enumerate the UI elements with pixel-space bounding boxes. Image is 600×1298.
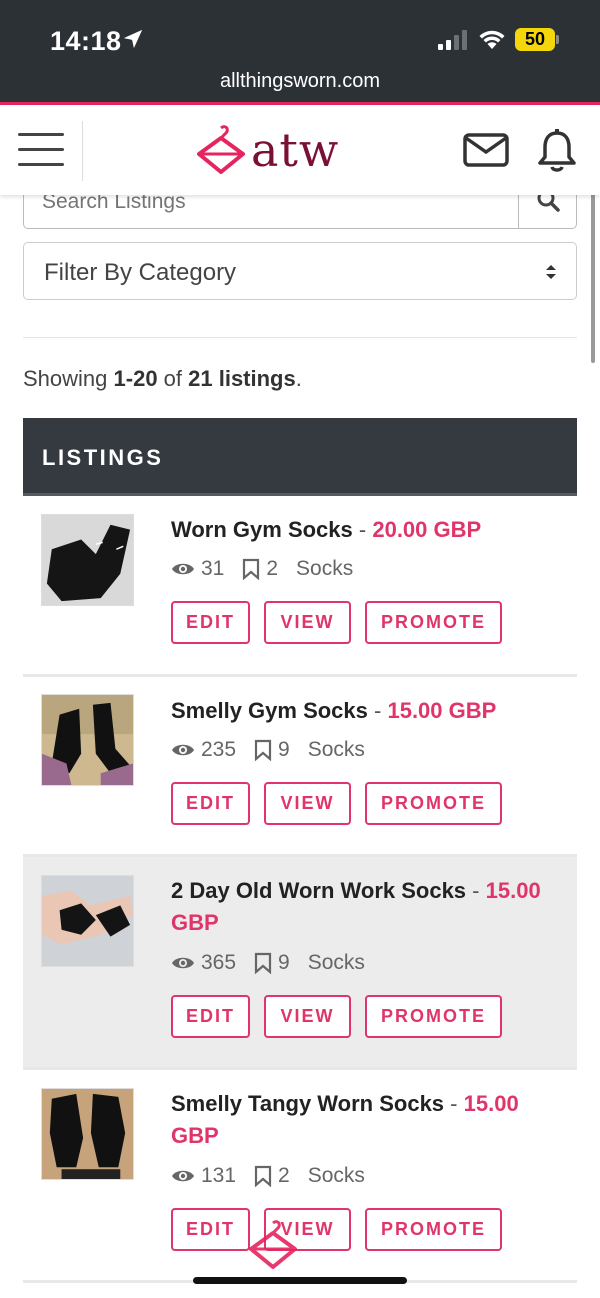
view-count: 235 xyxy=(201,738,237,761)
header-divider xyxy=(82,121,83,181)
listing-thumbnail[interactable] xyxy=(41,875,134,967)
promote-button[interactable]: PROMOTE xyxy=(365,995,502,1038)
site-logo[interactable]: atw xyxy=(195,122,339,178)
address-bar-url[interactable]: allthingsworn.com xyxy=(0,70,600,93)
site-header: atw xyxy=(0,105,600,195)
listing-thumbnail[interactable] xyxy=(41,514,134,606)
eye-icon xyxy=(172,744,194,756)
listing-category: Socks xyxy=(307,1164,365,1187)
bookmark-icon xyxy=(243,558,260,580)
view-count: 365 xyxy=(201,951,237,974)
edit-button[interactable]: EDIT xyxy=(171,782,250,825)
save-count: 9 xyxy=(278,951,290,974)
scrollbar[interactable] xyxy=(591,188,595,363)
listing-thumbnail[interactable] xyxy=(41,1088,134,1180)
view-button[interactable]: VIEW xyxy=(264,601,351,644)
promote-button[interactable]: PROMOTE xyxy=(365,601,502,644)
listing-title[interactable]: 2 Day Old Worn Work Socks - 15.00 GBP xyxy=(171,875,561,939)
listing-meta: 131 2 Socks xyxy=(171,1164,383,1188)
bookmark-icon xyxy=(254,952,272,974)
cellular-signal-icon xyxy=(438,30,467,50)
listing-title[interactable]: Worn Gym Socks - 20.00 GBP xyxy=(171,514,561,546)
listing-row: Smelly Gym Socks - 15.00 GBP 235 9 Socks… xyxy=(23,677,577,857)
bell-icon[interactable] xyxy=(537,129,577,173)
divider xyxy=(23,337,577,338)
mail-icon[interactable] xyxy=(463,133,509,167)
bookmark-icon xyxy=(254,1165,272,1187)
status-time: 14:18 xyxy=(50,26,122,56)
eye-icon xyxy=(172,1170,194,1182)
listing-category: Socks xyxy=(307,951,365,974)
view-count: 131 xyxy=(201,1164,237,1187)
wifi-icon xyxy=(479,30,505,49)
bookmark-icon xyxy=(254,739,272,761)
status-bar: 14:18 50 allthingsworn.com xyxy=(0,0,600,105)
listing-price: 15.00 GBP xyxy=(387,698,497,723)
listing-title[interactable]: Smelly Tangy Worn Socks - 15.00 GBP xyxy=(171,1088,561,1152)
edit-button[interactable]: EDIT xyxy=(171,601,250,644)
save-count: 2 xyxy=(266,557,279,580)
select-caret-icon xyxy=(546,265,556,279)
listing-category: Socks xyxy=(307,738,365,761)
view-button[interactable]: VIEW xyxy=(264,995,351,1038)
listing-meta: 235 9 Socks xyxy=(171,738,383,762)
eye-icon xyxy=(172,563,194,575)
category-filter-label: Filter By Category xyxy=(44,259,237,286)
results-summary: Showing 1-20 of 21 listings. xyxy=(23,366,302,391)
listing-meta: 365 9 Socks xyxy=(171,951,383,975)
listing-row: 2 Day Old Worn Work Socks - 15.00 GBP 36… xyxy=(23,857,577,1070)
listing-price: 20.00 GBP xyxy=(372,517,482,542)
edit-button[interactable]: EDIT xyxy=(171,995,250,1038)
eye-icon xyxy=(172,957,194,969)
logo-text: atw xyxy=(251,123,340,177)
view-button[interactable]: VIEW xyxy=(264,782,351,825)
category-filter-select[interactable]: Filter By Category xyxy=(23,242,577,300)
listings-header-title: LISTINGS xyxy=(42,445,164,470)
save-count: 9 xyxy=(278,738,290,761)
save-count: 2 xyxy=(278,1164,290,1187)
promote-button[interactable]: PROMOTE xyxy=(365,782,502,825)
hanger-logo-icon xyxy=(197,125,245,174)
listing-category: Socks xyxy=(296,557,354,580)
floating-logo-icon[interactable] xyxy=(245,1217,301,1273)
menu-icon[interactable] xyxy=(18,133,64,167)
promote-button[interactable]: PROMOTE xyxy=(365,1208,502,1251)
battery-icon: 50 xyxy=(515,28,559,51)
listing-meta: 31 2 Socks xyxy=(171,557,371,581)
location-arrow-icon xyxy=(123,29,143,49)
listing-title[interactable]: Smelly Gym Socks - 15.00 GBP xyxy=(171,695,561,727)
home-indicator[interactable] xyxy=(193,1277,407,1284)
view-count: 31 xyxy=(201,557,225,580)
listings-header: LISTINGS xyxy=(23,418,577,496)
listing-thumbnail[interactable] xyxy=(41,694,134,786)
listing-row: Worn Gym Socks - 20.00 GBP 31 2 Socks ED… xyxy=(23,496,577,677)
edit-button[interactable]: EDIT xyxy=(171,1208,250,1251)
